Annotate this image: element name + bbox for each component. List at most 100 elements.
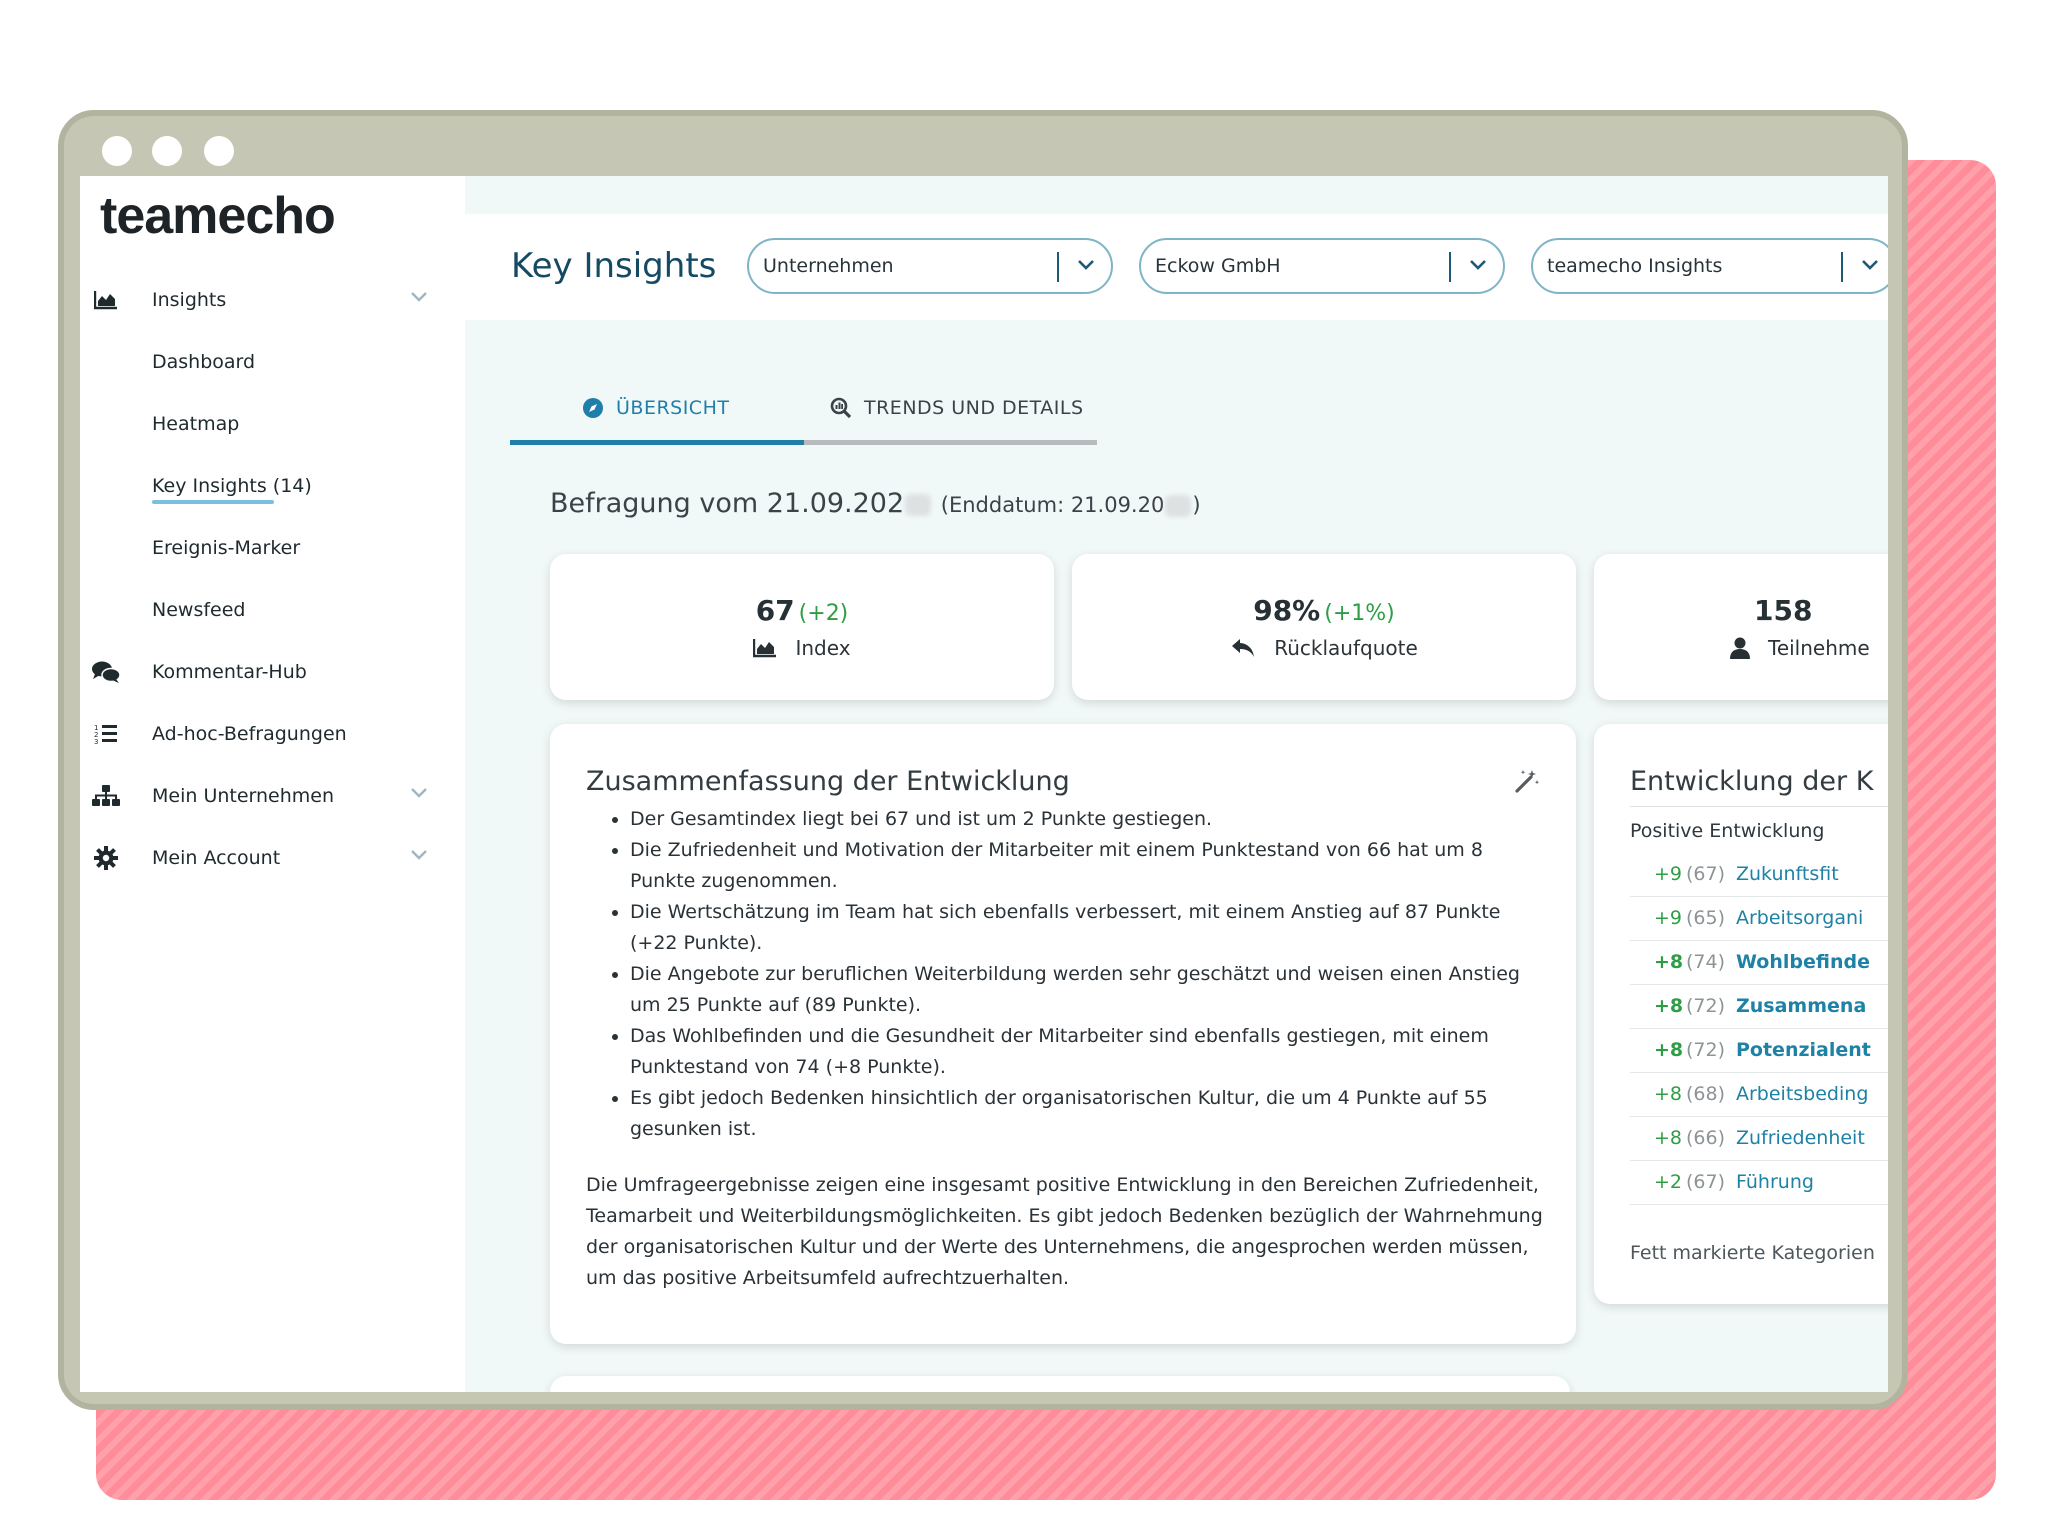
chevron-down-icon[interactable] bbox=[410, 286, 428, 308]
sidebar-item-label: Mein Unternehmen bbox=[152, 785, 335, 807]
row-category-link[interactable]: Arbeitsorgani bbox=[1736, 907, 1863, 929]
kpi-value: 158 bbox=[1754, 594, 1812, 627]
survey-end-prefix: (Enddatum: 21.09.20 bbox=[940, 493, 1165, 517]
survey-end-date: (Enddatum: 21.09.20) bbox=[941, 493, 1201, 517]
row-delta: +8 bbox=[1654, 1127, 1683, 1149]
row-category-link[interactable]: Zufriedenheit bbox=[1736, 1127, 1865, 1149]
row-delta: +2 bbox=[1654, 1171, 1683, 1193]
sidebar-item-label: Heatmap bbox=[152, 413, 240, 435]
kpi-delta: (+2) bbox=[798, 601, 849, 626]
kpi-label: Rücklaufquote bbox=[1072, 636, 1576, 660]
row-score: (72) bbox=[1686, 1039, 1726, 1061]
chart-area-icon bbox=[90, 286, 122, 314]
magic-wand-icon[interactable] bbox=[1514, 768, 1540, 798]
development-row[interactable]: +9 (65) Arbeitsorgani bbox=[1630, 896, 1888, 941]
summary-bullet: Das Wohlbefinden und die Gesundheit der … bbox=[630, 1021, 1540, 1083]
app-screen: teamecho Insights Dashboard Heatmap Key … bbox=[80, 176, 1888, 1392]
survey-date: Befragung vom 21.09.202 bbox=[550, 488, 905, 519]
development-row[interactable]: +8 (72) Potenzialent bbox=[1630, 1028, 1888, 1073]
next-card bbox=[550, 1376, 1570, 1392]
svg-text:3: 3 bbox=[94, 738, 98, 745]
comments-icon bbox=[90, 658, 122, 686]
summary-bullet: Die Zufriedenheit und Motivation der Mit… bbox=[630, 835, 1540, 897]
survey-heading: Befragung vom 21.09.202 (Enddatum: 21.09… bbox=[550, 488, 1201, 519]
row-score: (65) bbox=[1686, 907, 1726, 929]
kpi-label-text: Rücklaufquote bbox=[1274, 636, 1418, 660]
main-content: Key Insights Unternehmen Eckow GmbH team… bbox=[465, 176, 1888, 1392]
sidebar-item-ereignis-marker[interactable]: Ereignis-Marker bbox=[80, 520, 465, 576]
tab-uebersicht[interactable]: ÜBERSICHT bbox=[582, 376, 729, 440]
summary-title: Zusammenfassung der Entwicklung bbox=[586, 766, 1070, 797]
tab-trends-und-details[interactable]: TRENDS UND DETAILS bbox=[830, 376, 1084, 440]
select-divider bbox=[1841, 252, 1843, 282]
development-title: Entwicklung der K bbox=[1630, 766, 1874, 797]
org-chart-icon bbox=[90, 782, 122, 810]
sidebar-item-label: Ereignis-Marker bbox=[152, 537, 301, 559]
development-footnote: Fett markierte Kategorien bbox=[1630, 1242, 1875, 1264]
tab-active-indicator bbox=[510, 440, 804, 445]
sidebar-item-heatmap[interactable]: Heatmap bbox=[80, 396, 465, 452]
select-value: Unternehmen bbox=[763, 255, 894, 277]
chevron-down-icon bbox=[1077, 256, 1095, 275]
chevron-down-icon[interactable] bbox=[410, 844, 428, 866]
sidebar-item-label: Ad-hoc-Befragungen bbox=[152, 723, 347, 745]
user-icon bbox=[1730, 637, 1750, 659]
development-row[interactable]: +8 (66) Zufriedenheit bbox=[1630, 1116, 1888, 1161]
row-score: (66) bbox=[1686, 1127, 1726, 1149]
kpi-card-ruecklaufquote: 98% (+1%) Rücklaufquote bbox=[1072, 554, 1576, 700]
row-delta: +8 bbox=[1654, 995, 1684, 1017]
sidebar-item-key-insights[interactable]: Key Insights (14) bbox=[80, 458, 465, 514]
kpi-value: 98% (+1%) bbox=[1072, 594, 1576, 627]
reply-icon bbox=[1230, 637, 1256, 659]
logo: teamecho bbox=[100, 187, 336, 245]
sidebar-item-kommentar-hub[interactable]: Kommentar-Hub bbox=[80, 644, 465, 700]
company-select[interactable]: Eckow GmbH bbox=[1139, 238, 1505, 294]
row-category-link[interactable]: Wohlbefinde bbox=[1736, 951, 1870, 973]
development-row[interactable]: +8 (74) Wohlbefinde bbox=[1630, 940, 1888, 985]
chart-area-icon bbox=[753, 638, 777, 658]
sidebar-item-label: Mein Account bbox=[152, 847, 281, 869]
chevron-down-icon[interactable] bbox=[410, 782, 428, 804]
sidebar-item-mein-account[interactable]: Mein Account bbox=[80, 830, 465, 886]
summary-bullet: Der Gesamtindex liegt bei 67 und ist um … bbox=[630, 804, 1540, 835]
survey-end-suffix: ) bbox=[1192, 493, 1201, 517]
header-bar: Key Insights Unternehmen Eckow GmbH team… bbox=[465, 214, 1888, 320]
sidebar-item-mein-unternehmen[interactable]: Mein Unternehmen bbox=[80, 768, 465, 824]
chevron-down-icon bbox=[1469, 256, 1487, 275]
kpi-number: 158 bbox=[1754, 594, 1813, 627]
tab-label: ÜBERSICHT bbox=[616, 397, 730, 419]
row-category-link[interactable]: Arbeitsbeding bbox=[1736, 1083, 1868, 1105]
sidebar-item-ad-hoc-befragungen[interactable]: 123 Ad-hoc-Befragungen bbox=[80, 706, 465, 762]
row-category-link[interactable]: Führung bbox=[1736, 1171, 1814, 1193]
kpi-number: 67 bbox=[755, 594, 795, 627]
sidebar-item-label: Insights bbox=[152, 289, 227, 311]
active-indicator bbox=[152, 500, 274, 504]
row-delta: +8 bbox=[1654, 1039, 1684, 1061]
development-card: Entwicklung der K Positive Entwicklung +… bbox=[1594, 724, 1888, 1304]
search-chart-icon bbox=[830, 397, 852, 419]
sidebar-item-insights[interactable]: Insights bbox=[80, 272, 465, 328]
row-delta: +9 bbox=[1654, 863, 1683, 885]
kpi-card-index: 67 (+2) Index bbox=[550, 554, 1054, 700]
row-category-link[interactable]: Zukunftsfit bbox=[1736, 863, 1839, 885]
sidebar-item-dashboard[interactable]: Dashboard bbox=[80, 334, 465, 390]
development-row[interactable]: +8 (68) Arbeitsbeding bbox=[1630, 1072, 1888, 1117]
development-row[interactable]: +9 (67) Zukunftsfit bbox=[1630, 852, 1888, 897]
redacted-digit bbox=[1165, 495, 1192, 517]
tab-label: TRENDS UND DETAILS bbox=[864, 397, 1084, 419]
company-scope-select[interactable]: Unternehmen bbox=[747, 238, 1113, 294]
sidebar-item-newsfeed[interactable]: Newsfeed bbox=[80, 582, 465, 638]
development-row[interactable]: +8 (72) Zusammena bbox=[1630, 984, 1888, 1029]
redacted-digit bbox=[905, 493, 932, 516]
development-row[interactable]: +2 (67) Führung bbox=[1630, 1160, 1888, 1205]
insights-source-select[interactable]: teamecho Insights bbox=[1531, 238, 1888, 294]
row-category-link[interactable]: Potenzialent bbox=[1736, 1039, 1871, 1061]
summary-bullets: Der Gesamtindex liegt bei 67 und ist um … bbox=[604, 804, 1540, 1145]
summary-card: Zusammenfassung der Entwicklung Der Gesa… bbox=[550, 724, 1576, 1344]
row-category-link[interactable]: Zusammena bbox=[1736, 995, 1866, 1017]
kpi-label: Teilnehme bbox=[1730, 636, 1870, 660]
summary-bullet: Die Angebote zur beruflichen Weiterbildu… bbox=[630, 959, 1540, 1021]
summary-bullet: Die Wertschätzung im Team hat sich ebenf… bbox=[630, 897, 1540, 959]
kpi-label: Index bbox=[550, 636, 1054, 660]
gear-icon bbox=[90, 844, 122, 872]
